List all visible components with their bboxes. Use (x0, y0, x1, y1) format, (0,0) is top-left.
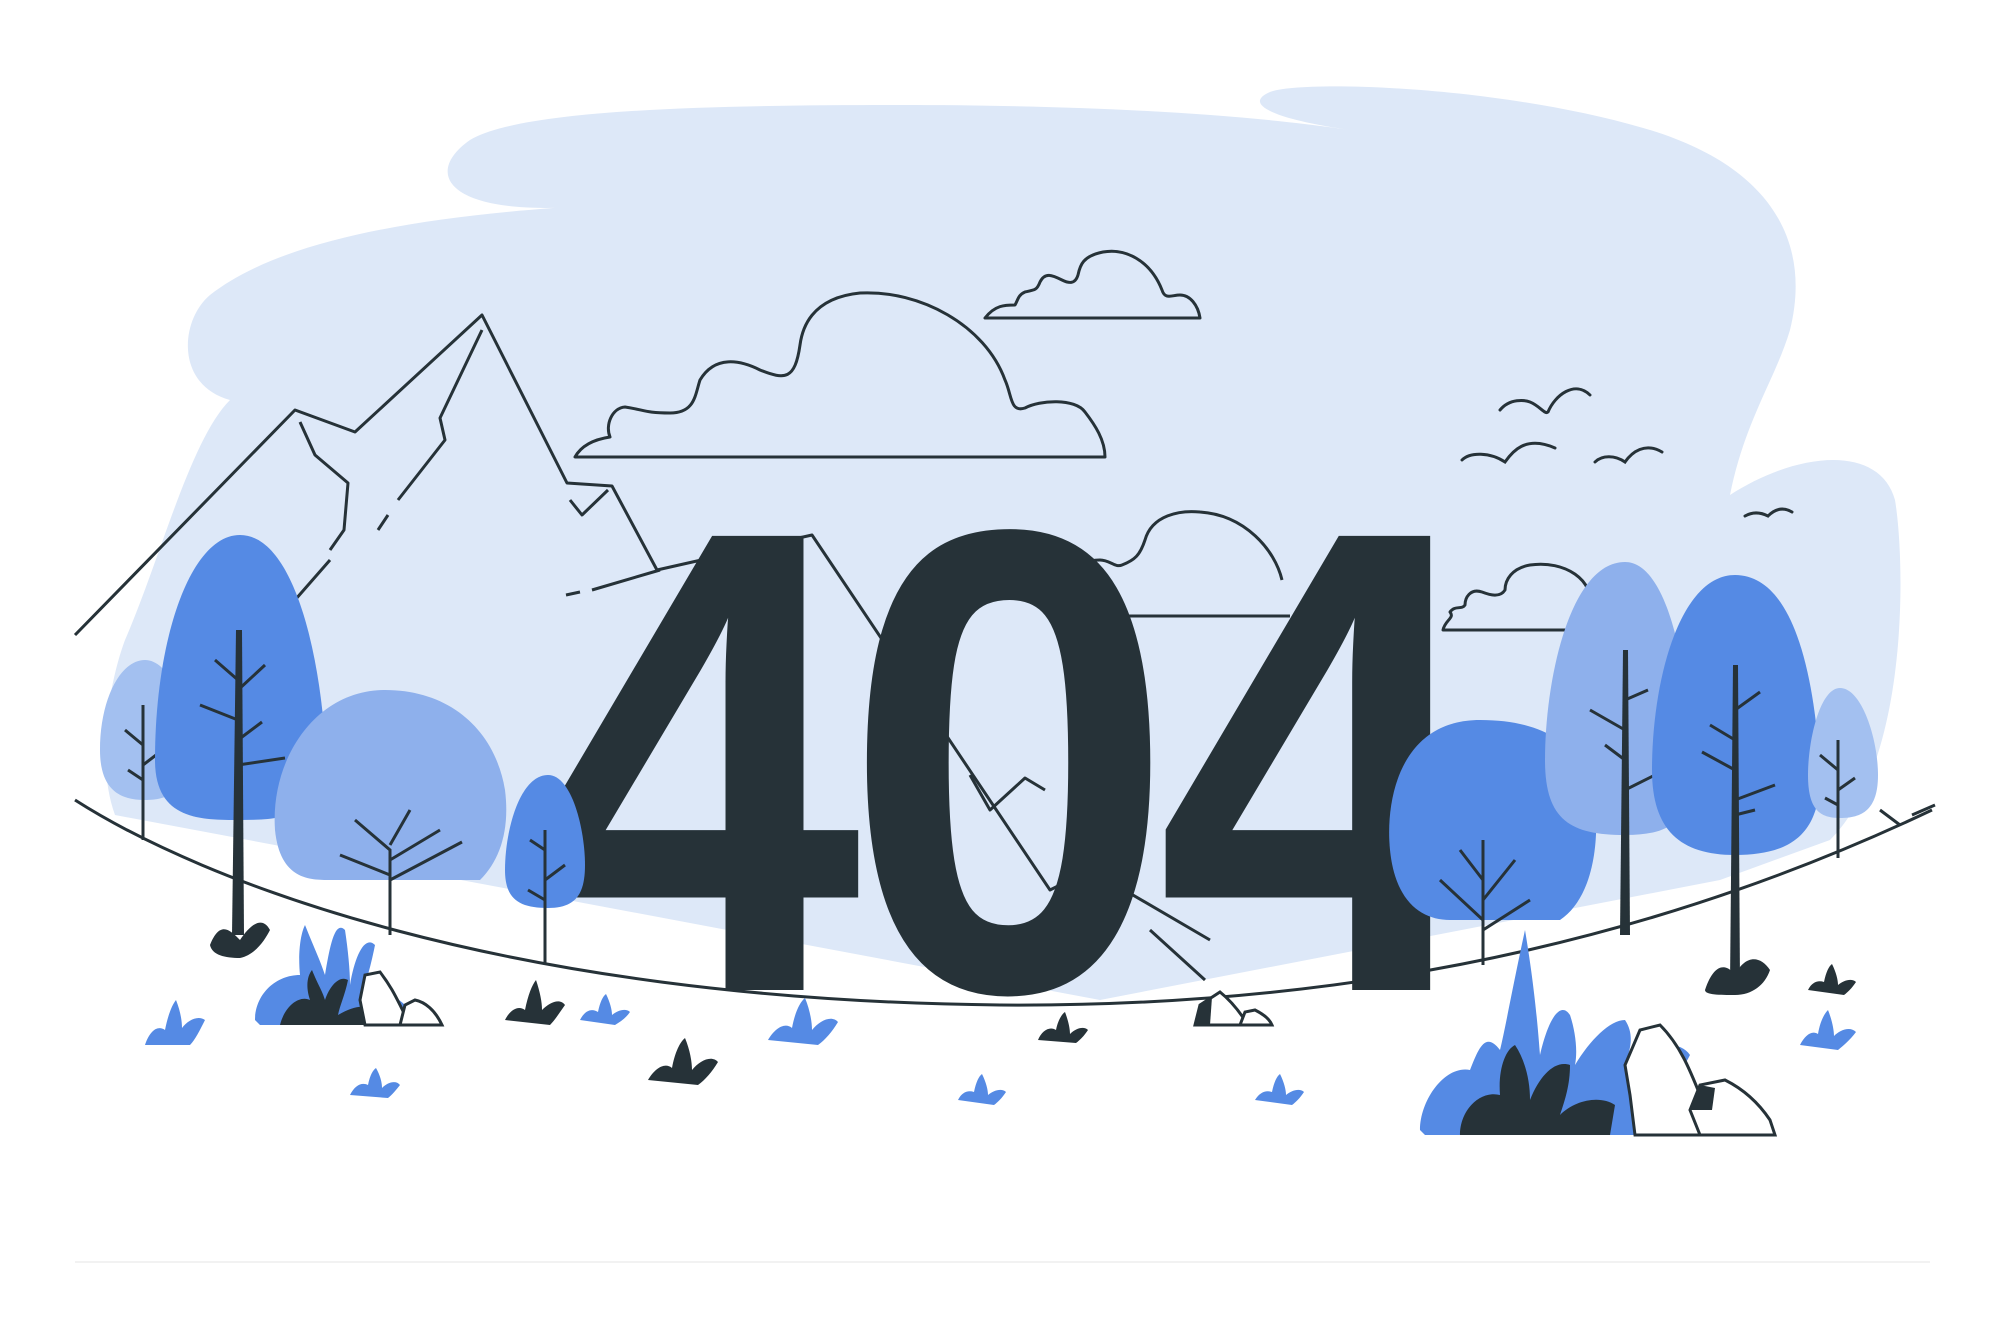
error-code-404: 404 (530, 393, 1492, 1130)
grass-tuft (1800, 1010, 1856, 1050)
grass-tuft (350, 1068, 400, 1098)
grass-tuft (1808, 964, 1856, 995)
rock-left-small (398, 998, 445, 1027)
error-404-illustration: 404 (73, 86, 1936, 1263)
grass-tuft (145, 1000, 205, 1045)
